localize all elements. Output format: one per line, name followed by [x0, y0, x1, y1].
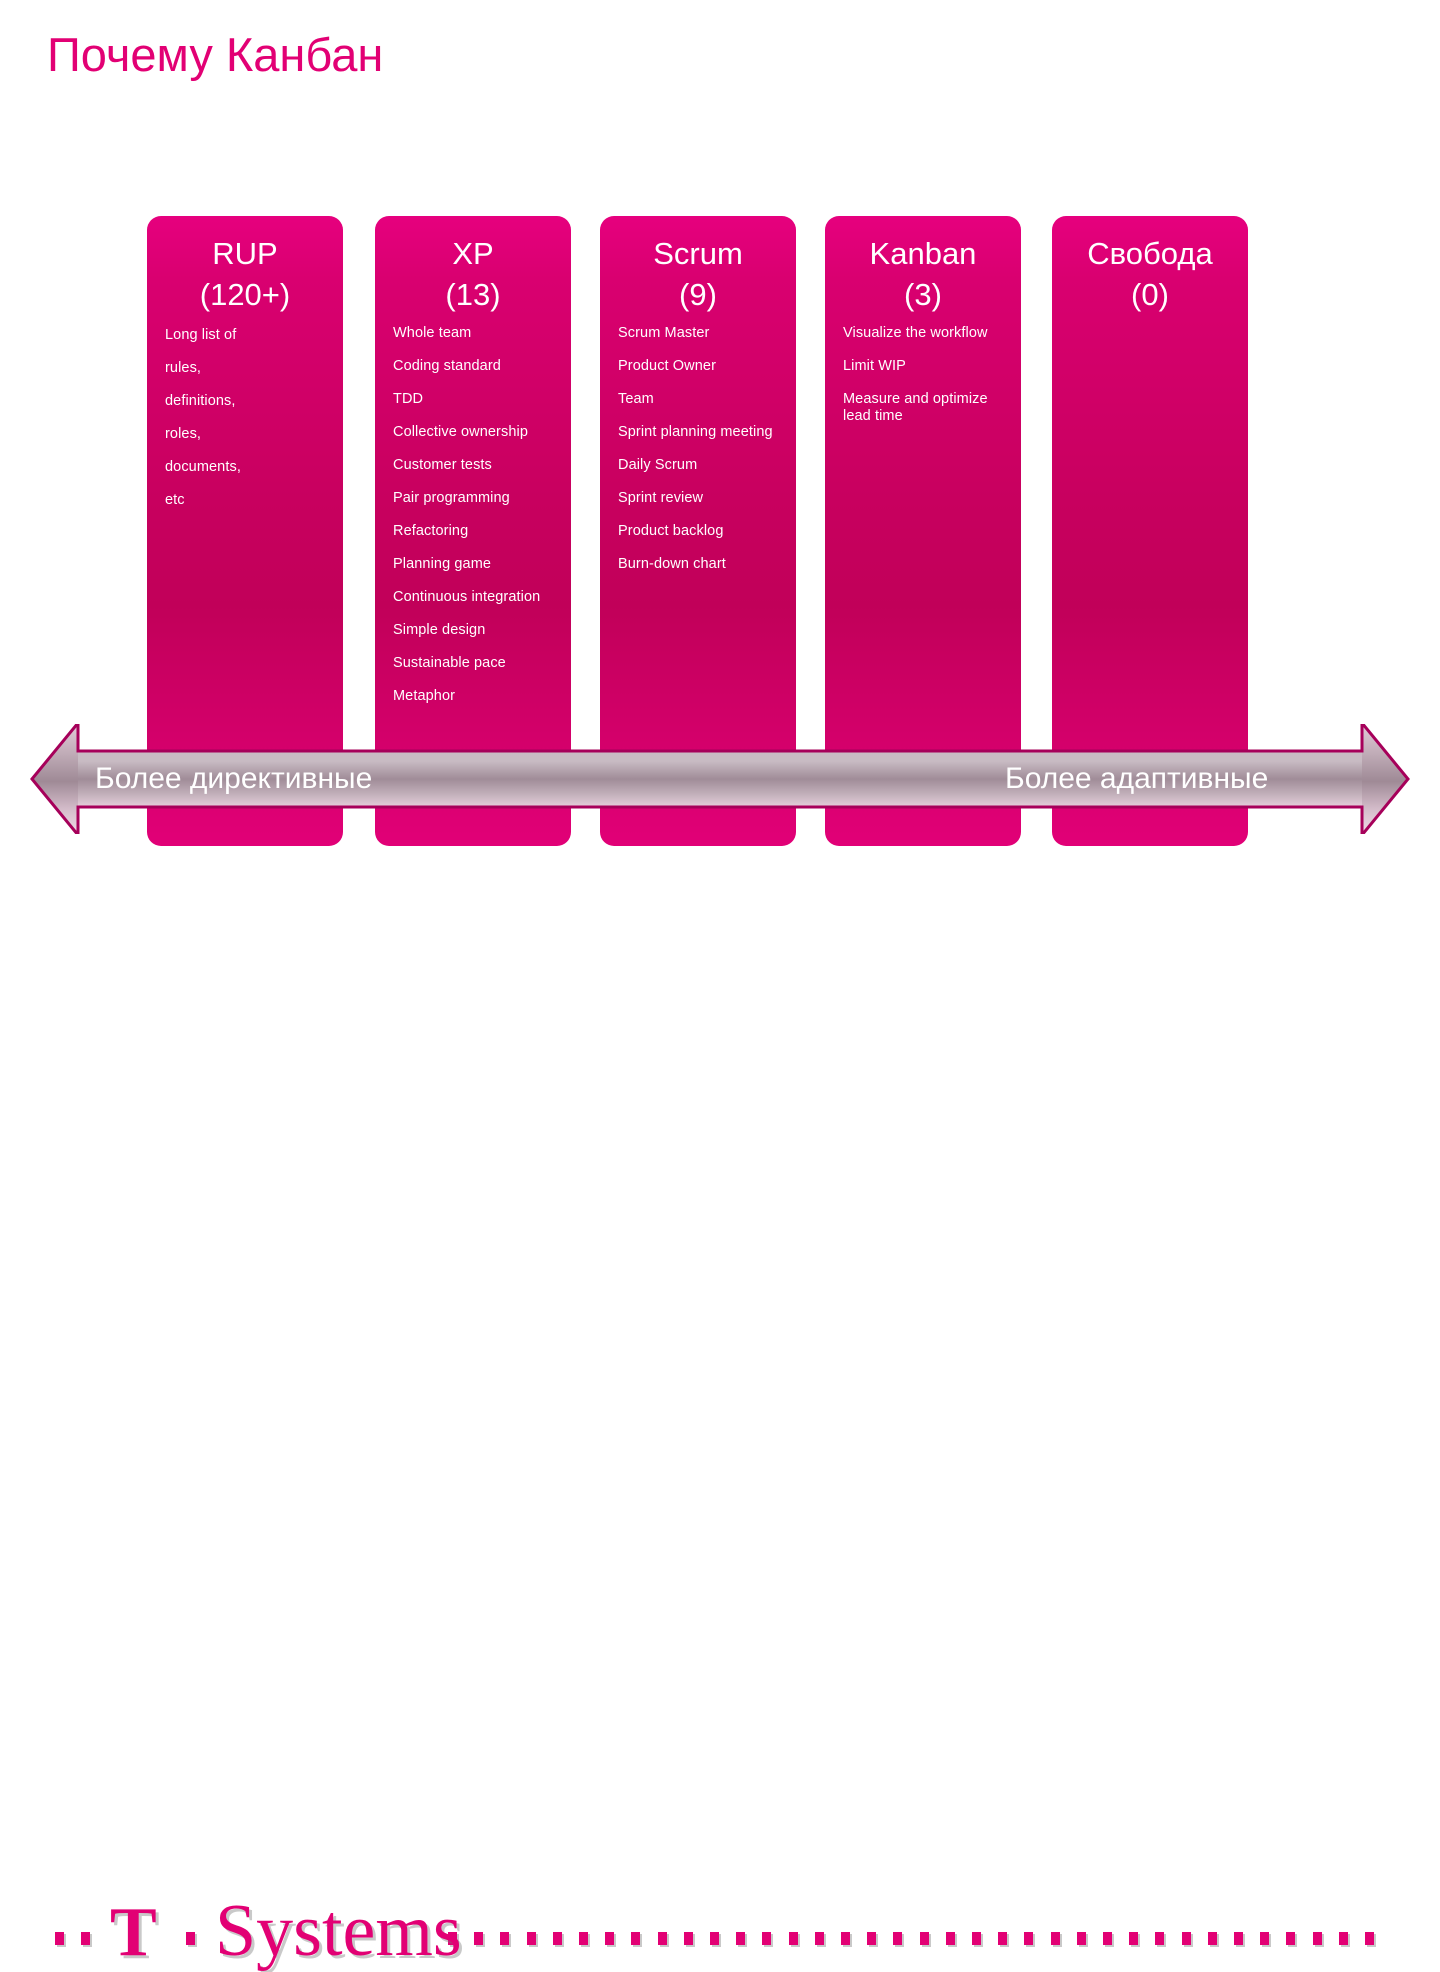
footer-dot	[762, 1932, 772, 1945]
footer-dot	[972, 1932, 981, 1945]
column-item-list: Visualize the workflow Limit WIP Measure…	[825, 316, 1021, 425]
list-item: roles,	[165, 426, 202, 442]
column-count: (13)	[445, 277, 501, 312]
list-item: Burn-down chart	[618, 556, 726, 572]
footer-dot	[605, 1932, 615, 1945]
column-count: (9)	[679, 277, 717, 312]
column-title: XP	[452, 236, 494, 271]
footer-dot	[788, 1932, 798, 1945]
footer-dot	[1076, 1932, 1086, 1945]
footer-dot	[579, 1932, 588, 1945]
column-title: Kanban	[869, 236, 977, 271]
page-title: Почему Канбан	[47, 28, 384, 81]
footer-dot	[867, 1932, 877, 1945]
column-scrum: Scrum (9) Scrum Master Product Owner Tea…	[600, 216, 796, 846]
footer-dot	[552, 1932, 562, 1945]
footer-dot	[1286, 1932, 1296, 1945]
list-item: etc	[165, 492, 185, 508]
list-item: Whole team	[393, 325, 472, 341]
footer-dot	[1234, 1932, 1243, 1945]
footer-dot	[683, 1932, 693, 1945]
footer-dot	[526, 1932, 536, 1945]
column-item-list: Scrum Master Product Owner Team Sprint p…	[600, 316, 796, 573]
column-xp: XP (13) Whole team Coding standard TDD C…	[375, 216, 571, 846]
footer-dot	[893, 1932, 903, 1945]
footer-dot	[657, 1932, 667, 1945]
list-item: Coding standard	[393, 358, 501, 374]
list-item: Visualize the workflow	[843, 325, 988, 341]
footer-dot	[814, 1932, 824, 1945]
list-item: Daily Scrum	[618, 457, 698, 473]
arrow-label-left: Более директивные	[95, 762, 373, 795]
list-item: documents,	[165, 459, 241, 475]
list-item: Sprint review	[618, 490, 704, 506]
list-item: Pair programming	[393, 490, 510, 506]
footer-dot	[1338, 1932, 1348, 1945]
column-title: Свобода	[1087, 236, 1213, 271]
list-item: rules,	[165, 360, 202, 376]
footer-dot	[1365, 1932, 1374, 1945]
footer-dot	[919, 1932, 929, 1945]
t-systems-logo-wordmark: Systems	[215, 1890, 462, 1972]
list-item: Customer tests	[393, 457, 492, 473]
footer-dot	[998, 1932, 1008, 1945]
column-count: (0)	[1131, 277, 1169, 312]
arrow-label-right: Более адаптивные	[1005, 762, 1269, 795]
footer-dot	[55, 1932, 64, 1945]
column-kanban: Kanban (3) Visualize the workflow Limit …	[825, 216, 1021, 846]
footer: T Systems	[0, 950, 1440, 1968]
footer-dot	[1024, 1932, 1034, 1945]
list-item: Simple design	[393, 622, 486, 638]
footer-dot	[1103, 1932, 1112, 1945]
footer-dot	[1129, 1932, 1139, 1945]
list-item: Sprint planning meeting	[618, 424, 773, 440]
list-item: Product backlog	[618, 523, 724, 539]
footer-dot	[1312, 1932, 1322, 1945]
t-systems-logo-t: T	[110, 1894, 157, 1971]
footer-dot	[1207, 1932, 1217, 1945]
list-item: Limit WIP	[843, 358, 906, 374]
column-item-list: Long list of rules, definitions, roles, …	[147, 316, 343, 509]
list-item: Scrum Master	[618, 325, 710, 341]
list-item: Measure and optimize lead time	[843, 391, 988, 424]
list-item: Sustainable pace	[393, 655, 506, 671]
list-item: Planning game	[393, 556, 492, 572]
footer-dot	[1050, 1932, 1060, 1945]
list-item: Continuous integration	[393, 589, 541, 605]
footer-dot	[841, 1932, 850, 1945]
methodology-columns: RUP (120+) Long list of rules, definitio…	[147, 216, 1257, 846]
list-item: Long list of	[165, 327, 237, 343]
footer-dot	[500, 1932, 510, 1945]
footer-dot	[81, 1932, 91, 1945]
footer-dot	[710, 1932, 719, 1945]
column-title: Scrum	[653, 236, 743, 271]
column-item-list: Whole team Coding standard TDD Collectiv…	[375, 316, 571, 705]
footer-dot	[1155, 1932, 1165, 1945]
footer-dot	[736, 1932, 746, 1945]
list-item: definitions,	[165, 393, 236, 409]
footer-dot	[631, 1932, 641, 1945]
footer-dot	[1260, 1932, 1270, 1945]
footer-dot	[186, 1932, 195, 1945]
column-rup: RUP (120+) Long list of rules, definitio…	[147, 216, 343, 846]
column-item-list	[1052, 316, 1248, 325]
column-svoboda: Свобода (0)	[1052, 216, 1248, 846]
list-item: Team	[618, 391, 654, 407]
column-title: RUP	[212, 236, 278, 271]
footer-dot	[945, 1932, 955, 1945]
list-item: Collective ownership	[393, 424, 528, 440]
column-count: (3)	[904, 277, 942, 312]
footer-dot	[474, 1932, 484, 1945]
list-item: Refactoring	[393, 523, 469, 539]
list-item: Product Owner	[618, 358, 717, 374]
footer-dot	[1181, 1932, 1191, 1945]
column-count: (120+)	[199, 277, 291, 312]
list-item: Metaphor	[393, 688, 456, 704]
list-item: TDD	[393, 391, 424, 407]
